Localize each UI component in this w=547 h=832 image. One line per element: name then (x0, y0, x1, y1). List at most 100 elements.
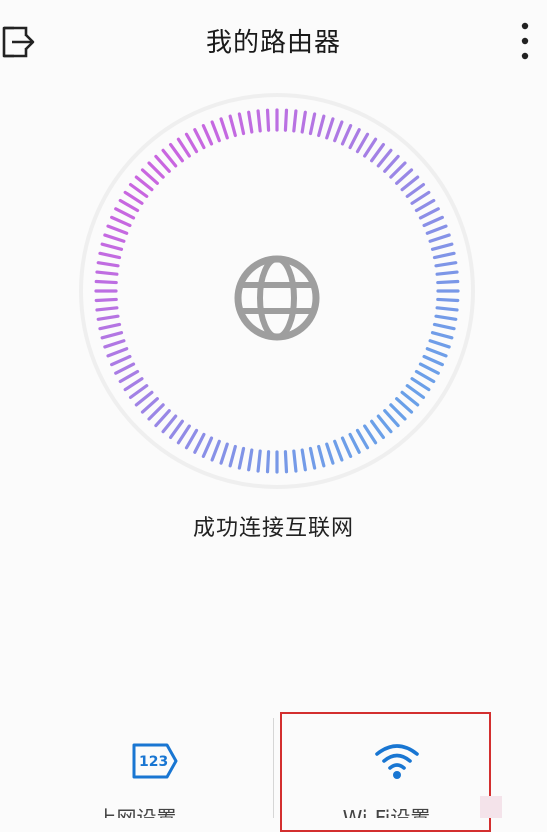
globe-icon (234, 255, 320, 341)
dial-tick (110, 354, 132, 367)
dial-tick (383, 409, 400, 428)
dial-tick (193, 128, 206, 150)
dial-tick (95, 270, 119, 276)
dial-tick (265, 108, 271, 132)
dial-tick (434, 261, 458, 268)
dial-tick (325, 442, 335, 465)
dial-tick (370, 419, 385, 440)
dial-tick (355, 132, 370, 154)
dial-tick (154, 409, 171, 428)
dial-tick (106, 347, 129, 358)
dial-tick (428, 233, 451, 243)
dial-tick (123, 377, 144, 392)
dial-tick (432, 322, 456, 331)
dial-tick (389, 161, 407, 179)
dial-tick (184, 428, 199, 450)
dial-tick (425, 347, 448, 358)
app-header: 我的路由器 (0, 0, 547, 80)
dial-tick (430, 242, 454, 251)
dial-tick (256, 109, 262, 133)
connection-status: 成功连接互联网 (192, 516, 354, 541)
dial-tick (436, 297, 460, 303)
dial-tick (348, 128, 361, 150)
dial-tick (436, 279, 460, 285)
dial-tick (100, 331, 124, 340)
dial-tick (103, 233, 126, 243)
dial-tick (169, 419, 184, 440)
nav-wifi-settings[interactable]: Wi-Fi设置 (280, 710, 493, 818)
dial-tick (96, 261, 120, 268)
bottom-nav: 123 上网设置 Wi-Fi设置 (0, 710, 547, 818)
dial-tick (193, 432, 206, 454)
dial-tick (410, 377, 431, 392)
dial-tick (422, 215, 444, 228)
dial-tick (418, 362, 440, 375)
dial-tick (154, 154, 171, 173)
dial-tick (340, 436, 353, 458)
dial-tick (247, 110, 254, 134)
dial-tick (210, 120, 221, 143)
dial-tick (435, 306, 459, 312)
dial-tick (325, 117, 335, 140)
dial-tick (435, 270, 459, 276)
dial-tick (176, 424, 191, 445)
dial-tick (123, 190, 144, 205)
wifi-icon (375, 744, 419, 779)
dial-tick (414, 198, 436, 213)
page-title: 我的路由器 (205, 28, 341, 58)
dial-tick (201, 436, 214, 458)
dial-tick (210, 439, 221, 462)
dial-tick (348, 432, 361, 454)
dial-ticks (94, 108, 460, 474)
dial-tick (103, 339, 126, 349)
dial-tick (98, 251, 122, 260)
dial-tick (428, 339, 451, 349)
dial-tick (355, 428, 370, 450)
dial-tick (383, 154, 400, 173)
dial-tick (292, 109, 298, 133)
svg-text:123: 123 (139, 754, 168, 770)
dial-tick (363, 424, 378, 445)
nav-wifi-settings-label: Wi-Fi设置 (342, 806, 431, 818)
dial-tick (169, 142, 184, 163)
dial-tick (300, 110, 307, 134)
dial-tick (247, 448, 254, 472)
more-menu-button[interactable] (512, 20, 538, 62)
dial-tick (425, 224, 448, 235)
dial-tick (176, 137, 191, 158)
dial-tick (300, 448, 307, 472)
dial-tick (184, 132, 199, 154)
dial-tick (317, 114, 326, 138)
dial-tick (256, 449, 262, 473)
dial-tick (237, 112, 246, 136)
dial-tick (140, 168, 159, 185)
dial-tick (308, 446, 317, 470)
dial-tick (94, 297, 118, 303)
nav-internet-setup[interactable]: 123 上网设置 (0, 710, 273, 818)
dial-tick (118, 198, 140, 213)
connection-dial (79, 93, 475, 489)
dial-tick (340, 124, 353, 146)
dial-tick (405, 183, 426, 198)
dial-tick (333, 120, 344, 143)
dial-tick (363, 137, 378, 158)
dial-tick (308, 112, 317, 136)
dial-tick (418, 207, 440, 220)
dial-tick (228, 114, 237, 138)
corner-mark (480, 796, 502, 818)
dial-tick (228, 444, 237, 468)
dial-tick (114, 207, 136, 220)
dial-tick (237, 446, 246, 470)
dial-tick (376, 148, 393, 168)
dial-tick (98, 322, 122, 331)
dial-tick (161, 148, 178, 168)
dial-tick (140, 397, 159, 414)
dial-tick (219, 442, 229, 465)
dial-tick (114, 362, 136, 375)
internet-setup-123-icon: 123 (132, 743, 178, 779)
dial-tick (292, 449, 298, 473)
dial-tick (400, 175, 420, 192)
dial-tick (400, 390, 420, 407)
dial-tick (110, 215, 132, 228)
dial-tick (430, 331, 454, 340)
